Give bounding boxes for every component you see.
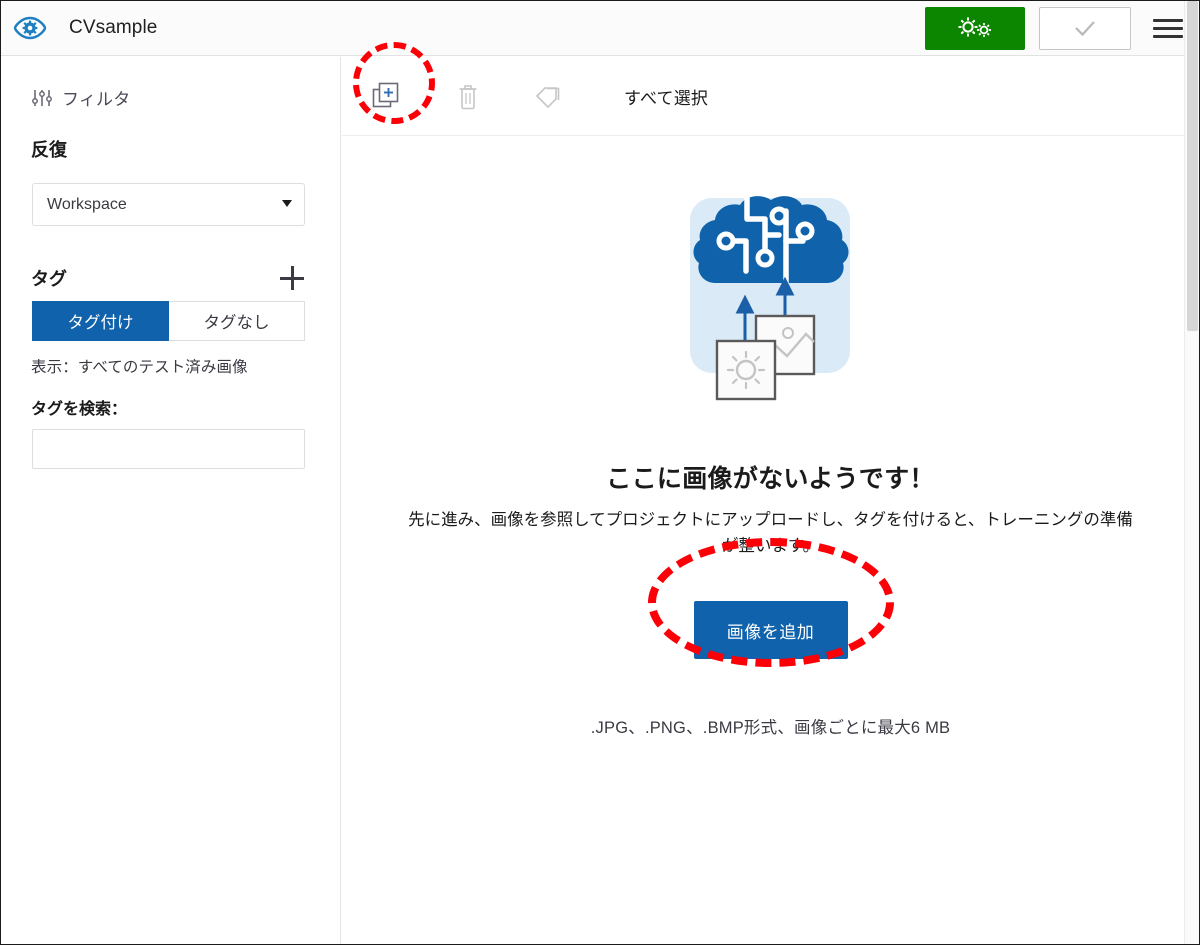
tag-search-label: タグを検索： <box>31 401 128 418</box>
hamburger-menu-icon <box>1153 26 1183 30</box>
add-image-button[interactable] <box>360 70 412 122</box>
custom-vision-logo <box>1 1 59 56</box>
iteration-select[interactable]: Workspace <box>32 183 305 226</box>
add-image-icon <box>372 82 399 108</box>
scrollbar-thumb[interactable] <box>1187 1 1198 331</box>
delete-images-button[interactable] <box>442 70 494 122</box>
image-toolbar: すべて選択 <box>342 42 1199 136</box>
supported-formats-note: .JPG、.PNG、.BMP形式、画像ごとに最大6 MB <box>590 719 951 738</box>
filter-sidebar: フィルタ 反復 Workspace タグ タグ付け タグなし 表示：すべてのテス… <box>1 57 341 944</box>
tag-filter-segmented-control: タグ付け タグなし <box>32 301 305 341</box>
display-note: 表示：すべてのテスト済み画像 <box>31 359 248 376</box>
hamburger-menu-icon <box>1153 34 1183 38</box>
tag-icon <box>535 87 560 109</box>
iteration-select-value[interactable]: Workspace <box>32 183 305 226</box>
train-button[interactable] <box>925 6 1025 50</box>
brain-upload-images-illustration <box>689 192 850 401</box>
quick-test-button[interactable] <box>1039 6 1131 50</box>
empty-state-subtitle: 先に進み、画像を参照してプロジェクトにアップロードし、タグを付けると、トレーニン… <box>408 511 1133 555</box>
hamburger-menu-button[interactable] <box>1151 7 1185 50</box>
tag-images-button[interactable] <box>524 70 576 122</box>
iteration-heading: 反復 <box>31 140 67 160</box>
filter-label: フィルタ <box>62 90 131 109</box>
select-all-link[interactable]: すべて選択 <box>624 84 708 109</box>
empty-state: ここに画像がないようです！ 先に進み、画像を参照してプロジェクトにアップロードし… <box>342 136 1199 738</box>
checkmark-icon <box>1075 21 1095 37</box>
eye-gear-logo-icon <box>13 16 47 40</box>
tab-tagged[interactable]: タグ付け <box>32 301 169 341</box>
empty-state-title: ここに画像がないようです！ <box>606 465 935 493</box>
filter-header: フィルタ <box>31 85 340 110</box>
add-tag-plus-icon[interactable] <box>280 266 304 290</box>
tab-untagged[interactable]: タグなし <box>169 301 305 341</box>
page-title: CVsample <box>69 17 158 38</box>
vertical-scrollbar[interactable] <box>1184 1 1199 944</box>
app-header: CVsample <box>1 1 1199 56</box>
hamburger-menu-icon <box>1153 18 1183 22</box>
sliders-filter-icon <box>32 89 52 106</box>
dual-gear-icon <box>958 17 991 37</box>
header-actions <box>925 1 1199 56</box>
tags-header: タグ <box>31 265 304 291</box>
main-content: すべて選択 ここに画像がないようです！ 先に進み、画像を参照してプロジェクトにア… <box>342 42 1199 944</box>
add-images-button[interactable]: 画像を追加 <box>693 601 848 660</box>
trash-icon <box>459 85 477 110</box>
tags-heading: タグ <box>31 269 67 289</box>
tag-search-input[interactable] <box>32 429 305 469</box>
application-window: CVsample フィルタ 反復 Workspace タグ タグ付け タグなし … <box>0 0 1200 945</box>
